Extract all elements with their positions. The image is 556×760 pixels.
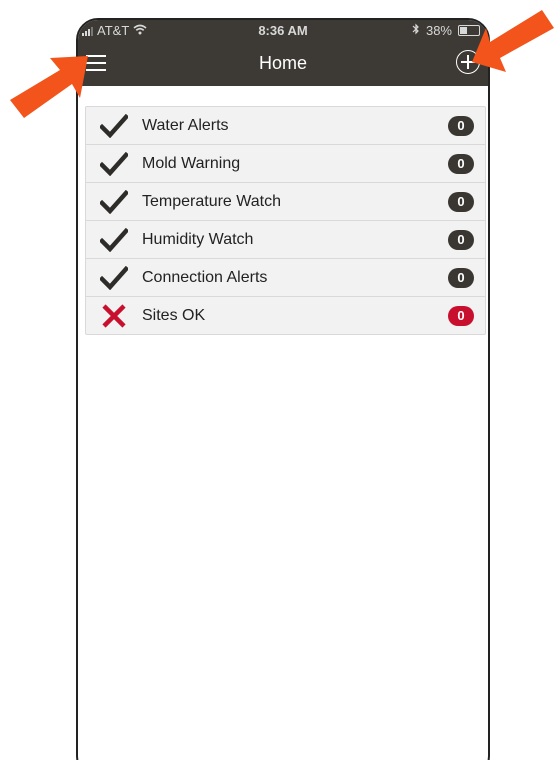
- annotation-arrow-right: [472, 10, 554, 72]
- cross-icon: [86, 303, 142, 328]
- phone-frame: AT&T 8:36 AM 38% Home Water Alerts 0 Mol…: [76, 18, 490, 760]
- list-item-sites-ok[interactable]: Sites OK 0: [86, 297, 485, 334]
- item-label: Connection Alerts: [142, 268, 268, 286]
- list-item-temperature-watch[interactable]: Temperature Watch 0: [86, 183, 485, 221]
- item-label: Water Alerts: [142, 116, 229, 134]
- list-item-mold-warning[interactable]: Mold Warning 0: [86, 145, 485, 183]
- count-badge: 0: [448, 192, 474, 212]
- count-badge: 0: [448, 154, 474, 174]
- count-badge: 0: [448, 116, 474, 136]
- annotation-arrow-left: [10, 56, 88, 118]
- item-label: Mold Warning: [142, 154, 241, 172]
- checkmark-icon: [86, 151, 142, 176]
- checkmark-icon: [86, 265, 142, 290]
- list-item-connection-alerts[interactable]: Connection Alerts 0: [86, 259, 485, 297]
- item-label: Temperature Watch: [142, 192, 282, 210]
- checkmark-icon: [86, 113, 142, 138]
- count-badge: 0: [448, 230, 474, 250]
- item-label: Sites OK: [142, 306, 206, 324]
- count-badge: 0: [448, 268, 474, 288]
- bluetooth-icon: [412, 23, 420, 38]
- navigation-bar: Home: [78, 42, 488, 86]
- item-label: Humidity Watch: [142, 230, 254, 248]
- checkmark-icon: [86, 227, 142, 252]
- battery-percent: 38%: [425, 23, 452, 38]
- top-bar: AT&T 8:36 AM 38% Home: [78, 20, 488, 86]
- screenshot-stage: AT&T 8:36 AM 38% Home Water Alerts 0 Mol…: [0, 0, 556, 760]
- checkmark-icon: [86, 189, 142, 214]
- list-item-humidity-watch[interactable]: Humidity Watch 0: [86, 221, 485, 259]
- alert-status-list: Water Alerts 0 Mold Warning 0 Temperatur…: [85, 106, 486, 335]
- list-item-water-alerts[interactable]: Water Alerts 0: [86, 107, 485, 145]
- status-bar: AT&T 8:36 AM 38%: [78, 20, 488, 40]
- count-badge: 0: [448, 306, 474, 326]
- page-title: Home: [258, 53, 307, 73]
